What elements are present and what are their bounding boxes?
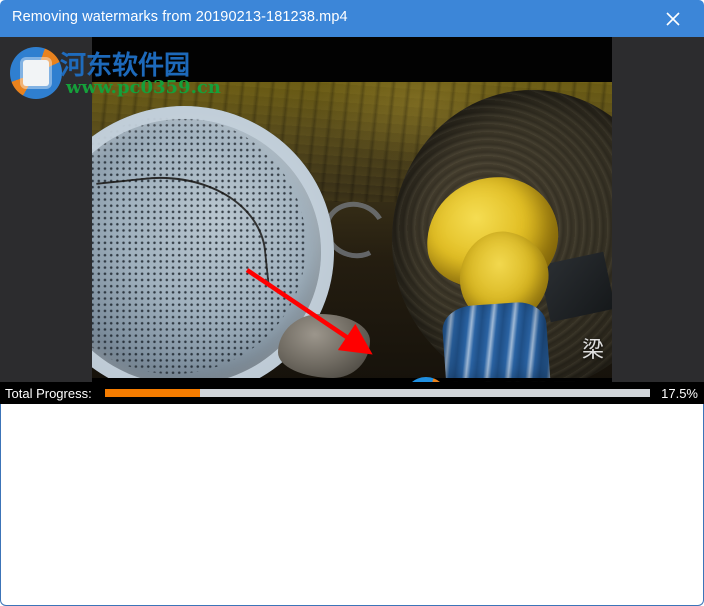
total-progress-bar: Total Progress: 17.5%: [0, 382, 704, 404]
video-top-bar: [92, 37, 612, 82]
progress-label: Total Progress:: [5, 385, 92, 401]
rock-object: [278, 314, 370, 378]
video-preview: 梁 河东软件园 www.pc0359.cn 河东软件园 海格式录屏大师 www.…: [0, 37, 704, 382]
video-scene: 梁: [92, 82, 612, 382]
window-title: Removing watermarks from 20190213-181238…: [12, 9, 348, 25]
close-button[interactable]: [650, 0, 696, 37]
progress-track: [105, 389, 650, 397]
video-frame: 梁: [92, 37, 612, 382]
letterbox-right: [612, 37, 704, 382]
letterbox-left: [0, 37, 92, 382]
progress-fill: [105, 389, 201, 397]
striped-sleeve: [440, 300, 552, 382]
video-corner-watermark: 梁: [581, 338, 604, 363]
close-icon: [666, 11, 680, 26]
progress-percent: 17.5%: [661, 385, 698, 401]
settings-panel: Output Format: Keep Original Video Forma…: [0, 404, 704, 606]
title-bar: Removing watermarks from 20190213-181238…: [0, 0, 704, 37]
application-window: Removing watermarks from 20190213-181238…: [0, 0, 704, 606]
